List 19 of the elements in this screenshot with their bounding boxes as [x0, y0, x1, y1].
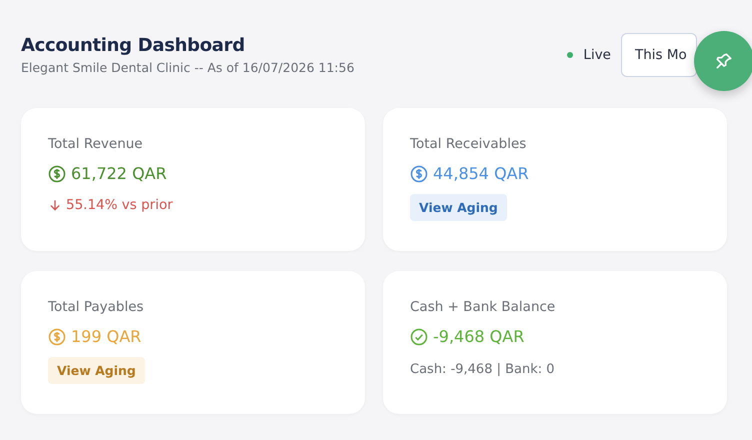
- trend-text: 55.14% vs prior: [66, 197, 173, 213]
- period-select[interactable]: This Mo: [621, 33, 697, 77]
- card-value: 61,722 QAR: [71, 164, 167, 183]
- view-aging-button[interactable]: View Aging: [410, 194, 507, 221]
- card-title: Total Receivables: [410, 136, 528, 152]
- live-label: Live: [583, 47, 611, 63]
- page-subtitle: Elegant Smile Dental Clinic -- As of 16/07/2026 11:56: [21, 60, 354, 75]
- card-title: Total Payables: [48, 299, 145, 315]
- balance-note: Cash: -9,468 | Bank: 0: [410, 362, 556, 377]
- card-value: 199 QAR: [71, 327, 142, 346]
- pin-button[interactable]: [694, 31, 752, 91]
- pin-icon: [714, 51, 734, 71]
- down-arrow-icon: [48, 198, 62, 212]
- card-value: -9,468 QAR: [433, 327, 524, 346]
- card-title: Cash + Bank Balance: [410, 299, 556, 315]
- view-aging-button[interactable]: View Aging: [48, 357, 145, 384]
- page-title: Accounting Dashboard: [21, 35, 246, 56]
- card-value: 44,854 QAR: [433, 164, 529, 183]
- card-title: Total Revenue: [48, 136, 144, 152]
